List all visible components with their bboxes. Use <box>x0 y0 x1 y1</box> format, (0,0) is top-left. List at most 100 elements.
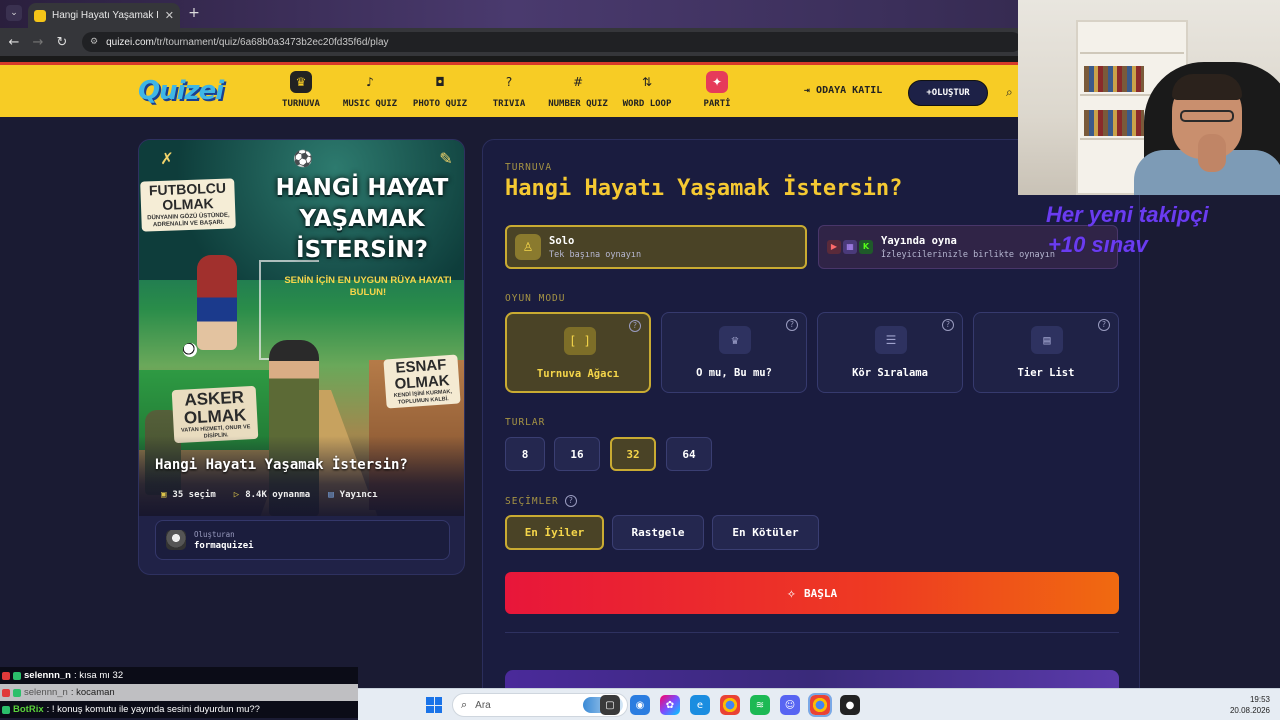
discord-icon[interactable]: ☺ <box>780 695 800 715</box>
reload-icon[interactable]: ↻ <box>50 35 74 50</box>
chat-username: BotRix <box>13 704 44 715</box>
game-mode-label-tier-list: Tier List <box>1017 367 1075 379</box>
chat-message: selennn_n : kocaman <box>0 684 358 701</box>
nav-music-quiz-label: MUSIC QUIZ <box>342 99 398 109</box>
outlook-icon[interactable]: ◉ <box>630 695 650 715</box>
game-mode-o-mu-bu-mu[interactable]: ♛ ? O mu, Bu mu? <box>661 312 807 393</box>
create-button[interactable]: + OLUŞTUR <box>908 80 988 106</box>
game-mode-label: OYUN MODU <box>505 293 565 304</box>
nav-photo-quiz[interactable]: ◘ PHOTO QUIZ <box>405 71 475 109</box>
pick-en-kotuler[interactable]: En Kötüler <box>712 515 819 550</box>
chat-text: : kocaman <box>70 687 115 698</box>
game-mode-turnuva-agaci[interactable]: [ ] ? Turnuva Ağacı <box>505 312 651 393</box>
chat-text: : ! konuş komutu ile yayında sesini duyu… <box>46 704 260 715</box>
art-title: HANGİ HAYAT YAŞAMAK İSTERSİN? <box>275 175 449 263</box>
stat-plays-text: 8.4K oynanma <box>245 490 311 500</box>
quizei-logo[interactable]: Quizei <box>138 76 224 106</box>
edge-icon[interactable]: e <box>690 695 710 715</box>
nav-word-loop[interactable]: ⇅ WORD LOOP <box>612 71 682 109</box>
game-mode-tier-list[interactable]: ▤ ? Tier List <box>973 312 1119 393</box>
game-mode-kor-siralama[interactable]: ☰ ? Kör Sıralama <box>817 312 963 393</box>
tab-title: Hangi Hayatı Yaşamak İstersin? <box>52 10 159 21</box>
windows-start-icon[interactable] <box>426 697 442 713</box>
panel-eyebrow: TURNUVA <box>505 162 553 173</box>
webcam-overlay <box>1018 0 1280 195</box>
streamer-hand <box>1198 134 1226 172</box>
obs-icon[interactable]: ● <box>840 695 860 715</box>
start-button[interactable]: ✧ BAŞLA <box>505 572 1119 614</box>
cover-gradient <box>139 436 464 516</box>
sort-icon: ⇅ <box>641 75 653 89</box>
glasses <box>1180 110 1234 122</box>
chat-username: selennn_n <box>24 670 71 681</box>
paintbrush-icon: ✎ <box>439 148 453 168</box>
chat-badge-icon <box>2 671 10 680</box>
solo-title: Solo <box>549 234 575 247</box>
chat-badge-icon <box>13 671 21 680</box>
pick-en-iyiler[interactable]: En İyiler <box>505 515 604 550</box>
creator-info: Oluşturan formaquizei <box>194 530 254 551</box>
search-icon: ⌕ <box>461 698 468 711</box>
quizei-favicon-icon <box>34 9 46 22</box>
follower-goal-overlay: Her yeni takipçi +10 sınav <box>1046 200 1209 260</box>
table-rows-icon: ▤ <box>1031 326 1063 354</box>
art-esnaf-title: ESNAF OLMAK <box>394 356 451 393</box>
clock-time: 19:53 <box>1249 695 1270 704</box>
solo-mode-option[interactable]: ♙ Solo Tek başına oynayın <box>505 225 807 269</box>
chrome-active-icon[interactable] <box>808 693 832 717</box>
chat-overlay: selennn_n : kısa mı 32 selennn_n : kocam… <box>0 667 358 718</box>
chat-badge-icon <box>13 688 21 697</box>
chat-badge-icon <box>2 688 10 697</box>
close-tab-icon[interactable]: ✕ <box>165 9 174 22</box>
nav-number-quiz[interactable]: # NUMBER QUIZ <box>543 71 613 109</box>
taskbar-search-placeholder: Ara <box>475 699 491 711</box>
system-clock[interactable]: 19:53 20.08.2026 <box>1230 694 1270 716</box>
nav-word-loop-label: WORD LOOP <box>622 99 672 109</box>
new-tab-plus-icon[interactable]: + <box>186 6 202 22</box>
shelf-row <box>1080 52 1184 54</box>
join-room-button[interactable]: ⇥ ODAYA KATIL <box>804 85 882 96</box>
nav-photo-quiz-label: PHOTO QUIZ <box>412 99 468 109</box>
round-option-16[interactable]: 16 <box>554 437 600 471</box>
help-icon[interactable]: ? <box>942 319 954 331</box>
nav-turnuva[interactable]: ♛ TURNUVA <box>266 71 336 109</box>
tab-search-chevron-icon[interactable]: ⌄ <box>6 5 22 21</box>
round-option-32[interactable]: 32 <box>610 437 656 471</box>
page-title: Hangi Hayatı Yaşamak İstersin? <box>505 176 903 201</box>
stream-text: Yayında oyna İzleyicilerinizle birlikte … <box>881 235 1055 260</box>
task-view-icon[interactable]: ▢ <box>600 695 620 715</box>
art-label-esnaf: ESNAF OLMAK KENDİ İŞİNİ KURMAK, TOPLUMUN… <box>383 354 461 409</box>
nav-parti[interactable]: ✦ PARTİ <box>682 71 752 109</box>
nav-trivia[interactable]: ? TRIVIA <box>474 71 544 109</box>
back-arrow-icon[interactable]: ← <box>2 35 26 50</box>
clock-date: 20.08.2026 <box>1229 706 1270 715</box>
nav-music-quiz[interactable]: ♪ MUSIC QUIZ <box>335 71 405 109</box>
search-icon[interactable]: ⌕ <box>1006 85 1013 100</box>
art-futbolcu-subtitle: DÜNYANIN GÖZÜ ÜSTÜNDE, ADRENALİN VE BAŞA… <box>147 212 230 229</box>
spotify-icon[interactable]: ≋ <box>750 695 770 715</box>
overlay-line-2: +10 sınav <box>1048 232 1148 257</box>
chrome-icon[interactable] <box>720 695 740 715</box>
help-icon[interactable]: ? <box>564 495 577 507</box>
chat-text: : kısa mı 32 <box>74 670 124 681</box>
creator-box[interactable]: Oluşturan formaquizei <box>155 520 450 560</box>
browser-tab[interactable]: Hangi Hayatı Yaşamak İstersin? ✕ <box>28 3 180 28</box>
stat-plays: ▷ 8.4K oynanma <box>234 490 310 500</box>
round-option-8[interactable]: 8 <box>505 437 545 471</box>
help-icon[interactable]: ? <box>1098 319 1110 331</box>
party-popper-icon: ✦ <box>706 71 728 93</box>
round-option-64[interactable]: 64 <box>666 437 712 471</box>
tournament-settings-panel: TURNUVA Hangi Hayatı Yaşamak İstersin? ♙… <box>482 139 1140 700</box>
numbered-list-icon: ☰ <box>875 326 907 354</box>
forward-arrow-icon[interactable]: → <box>26 35 50 50</box>
help-icon[interactable]: ? <box>629 320 641 332</box>
help-icon[interactable]: ? <box>786 319 798 331</box>
address-bar[interactable]: ⚙ quizei.com/tr/tournament/quiz/6a68b0a3… <box>82 32 1022 52</box>
quiz-cover-card: ✗ ⚽ ✎ HANGİ HAYAT YAŞAMAK İSTERSİN? SENİ… <box>138 139 465 575</box>
sparkles-icon: ✧ <box>786 584 796 602</box>
copilot-icon[interactable]: ✿ <box>660 695 680 715</box>
site-info-icon[interactable]: ⚙ <box>90 37 98 47</box>
game-mode-label-turnuva-agaci: Turnuva Ağacı <box>536 368 620 380</box>
pick-rastgele[interactable]: Rastgele <box>612 515 704 550</box>
play-icon: ▷ <box>233 490 240 500</box>
